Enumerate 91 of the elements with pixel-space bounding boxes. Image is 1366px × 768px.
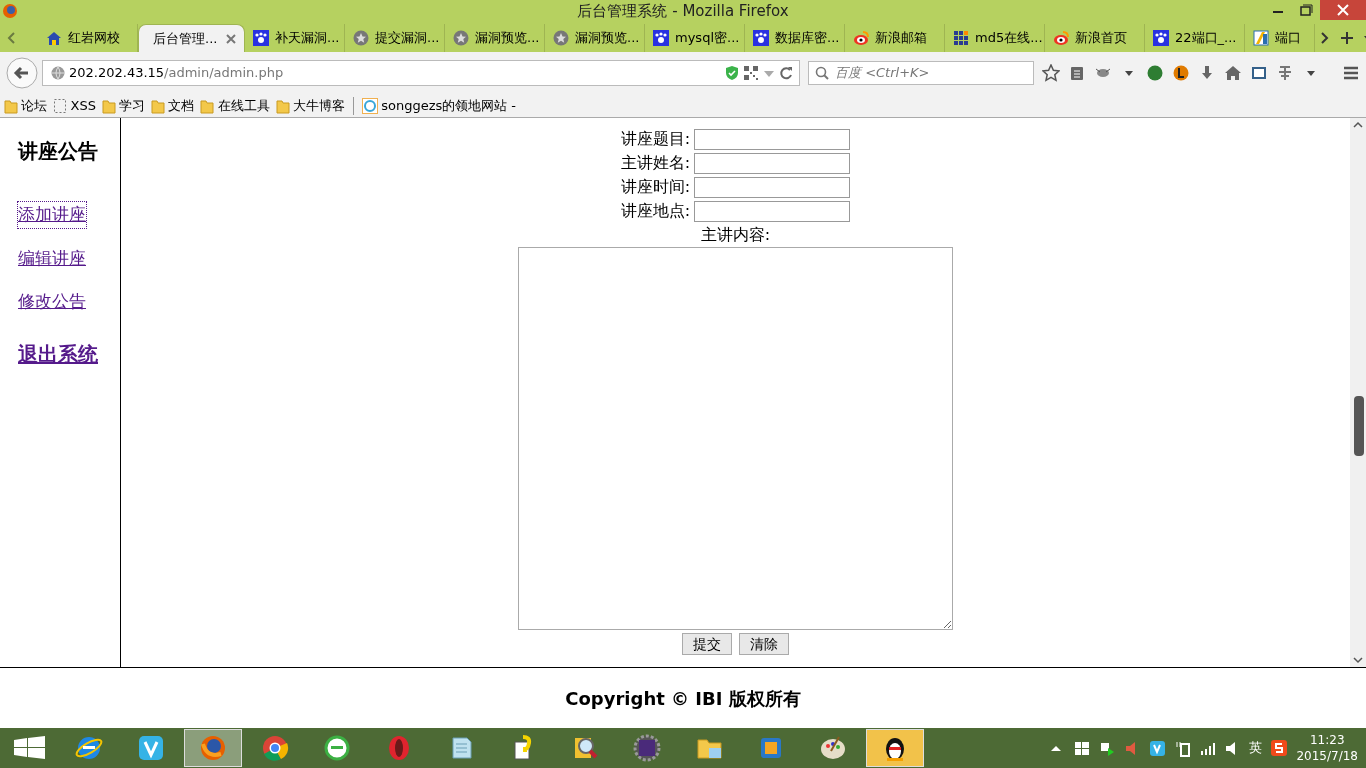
tab-title: 数据库密...: [775, 29, 840, 48]
firefox-icon: [2, 3, 18, 19]
blank-page-icon: [53, 97, 68, 114]
star-icon: [553, 30, 569, 46]
eye-icon: [853, 30, 869, 46]
clock[interactable]: 11:23 2015/7/18: [1296, 732, 1358, 764]
tab-title: md5在线...: [975, 29, 1043, 48]
ime-indicator[interactable]: 英: [1249, 738, 1263, 758]
sidebar-link[interactable]: 退出系统: [18, 338, 98, 369]
tab-title: 后台管理...: [153, 29, 218, 48]
window-title: 后台管理系统 - Mozilla Firefox: [577, 0, 789, 22]
tab-title: 红岩网校: [68, 29, 120, 48]
sidebar-link[interactable]: 添加讲座: [18, 202, 86, 228]
bookmark-link[interactable]: 在线工具: [217, 95, 270, 116]
browser-tab[interactable]: 后台管理...: [138, 24, 245, 52]
grid-icon: [953, 30, 969, 46]
scrollbar[interactable]: [1350, 118, 1366, 667]
url-text: /admin/admin.php: [164, 64, 284, 83]
star-icon: [353, 30, 369, 46]
house-icon: [46, 30, 62, 46]
reading-list-icon[interactable]: [1068, 64, 1086, 82]
form-button[interactable]: 提交: [682, 633, 733, 655]
sidebar-heading: 讲座公告: [18, 138, 98, 165]
reload-icon[interactable]: [779, 66, 793, 80]
tab-title: 提交漏洞...: [375, 29, 440, 48]
text-input[interactable]: [694, 200, 851, 222]
paw-icon: [253, 30, 269, 46]
search-field[interactable]: 百度 <Ctrl+K>: [808, 61, 1034, 85]
qr-code-icon[interactable]: [743, 65, 759, 81]
form-button[interactable]: 清除: [738, 633, 789, 655]
taskbar-button[interactable]: [866, 729, 924, 767]
paw-icon: [653, 30, 669, 46]
field-label: 讲座题目:: [620, 128, 691, 150]
paw-icon: [1153, 30, 1169, 46]
folder-icon: [200, 97, 215, 114]
tab-title: 漏洞预览...: [475, 29, 540, 48]
tab-title: 补天漏洞...: [275, 29, 340, 48]
folder-icon: [101, 97, 116, 114]
windows-icon[interactable]: [1074, 739, 1092, 757]
tab-title: 端口: [1275, 29, 1301, 48]
reader-icon[interactable]: [1250, 64, 1268, 82]
menu-icon[interactable]: [1342, 64, 1360, 82]
tab-title: 22端口_...: [1175, 29, 1237, 48]
sidebar-link[interactable]: 修改公告: [18, 289, 86, 315]
address-field[interactable]: 202.202.43.15/admin/admin.php: [42, 60, 800, 86]
search-icon: [815, 66, 829, 80]
copyright-text: Copyright © IBI 版权所有: [565, 686, 801, 711]
gear-icon: [633, 734, 661, 762]
input-method-icon[interactable]: [1270, 739, 1289, 757]
tab-title: mysql密...: [675, 29, 740, 48]
close-icon[interactable]: [1320, 0, 1366, 20]
site-icon: [361, 97, 378, 114]
field-label: 主讲内容:: [700, 224, 771, 246]
back-icon[interactable]: [6, 57, 38, 89]
text-input[interactable]: [694, 128, 851, 150]
field-label: 主讲姓名:: [620, 152, 691, 174]
tile-icon: [1253, 30, 1269, 46]
bookmark-link[interactable]: 大牛博客: [292, 95, 345, 116]
sidebar-link[interactable]: 编辑讲座: [18, 245, 86, 271]
search-placeholder: 百度 <Ctrl+K>: [835, 64, 930, 83]
bookmark-link[interactable]: XSS: [70, 95, 96, 116]
shield-icon[interactable]: [725, 65, 739, 81]
field-label: 讲座地点:: [620, 200, 691, 222]
tab-title: 新浪首页: [1075, 29, 1127, 48]
text-input[interactable]: [694, 176, 851, 198]
folder-icon: [275, 97, 290, 114]
star-icon: [453, 30, 469, 46]
eye-icon: [1053, 30, 1069, 46]
clock-time: 11:23: [1309, 732, 1345, 748]
close-tab-icon[interactable]: [226, 33, 236, 44]
tab-title: 漏洞预览...: [575, 29, 640, 48]
firefox-icon: [199, 734, 227, 762]
app-tile-icon: [137, 734, 165, 762]
bookmark-link[interactable]: 论坛: [21, 95, 48, 116]
folder-icon: [151, 97, 166, 114]
clock-date: 2015/7/18: [1296, 748, 1358, 764]
url-text: 202.202.43.15: [69, 64, 165, 83]
text-input[interactable]: [694, 152, 851, 174]
bookmark-link[interactable]: 文档: [168, 95, 195, 116]
scrollbar-thumb[interactable]: [1354, 396, 1364, 456]
field-label: 讲座时间:: [620, 176, 691, 198]
tab-title: 新浪邮箱: [875, 29, 927, 48]
app-tile-icon[interactable]: [1149, 739, 1167, 757]
palette-icon: [819, 734, 847, 762]
home-icon[interactable]: [1224, 64, 1242, 82]
chrome-icon: [261, 734, 289, 762]
paw-icon: [753, 30, 769, 46]
folder-icon: [4, 97, 18, 114]
bookmark-link[interactable]: songgezs的领地网站 -: [381, 95, 517, 116]
bookmark-link[interactable]: 学习: [119, 95, 146, 116]
bookmark-star-icon[interactable]: [1042, 64, 1060, 82]
